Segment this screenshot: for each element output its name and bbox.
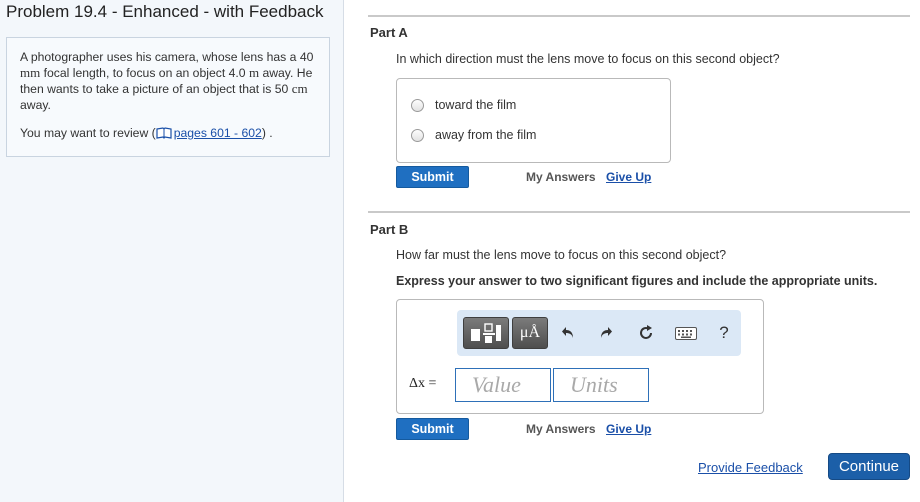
part-b-submit-button[interactable]: Submit (396, 418, 469, 440)
option-toward-film[interactable]: toward the film (411, 97, 516, 113)
continue-button[interactable]: Continue (828, 453, 910, 480)
part-a-my-answers[interactable]: My Answers (526, 170, 596, 184)
part-b-question: How far must the lens move to focus on t… (396, 248, 727, 262)
variable-label: Δx = (409, 376, 437, 391)
part-a-divider (368, 15, 910, 17)
units-icon[interactable]: μÅ (512, 317, 548, 349)
radio-button[interactable] (411, 98, 424, 112)
answer-box: μÅ ? Δx = (396, 299, 764, 414)
part-a-submit-button[interactable]: Submit (396, 166, 469, 188)
part-a-give-up-link[interactable]: Give Up (606, 170, 651, 184)
part-b-divider (368, 211, 910, 213)
review-pages-link[interactable]: pages 601 - 602 (156, 126, 262, 140)
part-b-heading: Part B (370, 222, 409, 237)
part-a-heading: Part A (370, 25, 408, 40)
problem-text: A photographer uses his camera, whose le… (20, 50, 314, 112)
part-a-question: In which direction must the lens move to… (396, 52, 780, 66)
units-input[interactable] (553, 368, 649, 402)
radio-button[interactable] (411, 128, 424, 142)
part-b-give-up-link[interactable]: Give Up (606, 422, 651, 436)
value-input[interactable] (455, 368, 551, 402)
help-icon[interactable]: ? (713, 322, 735, 344)
keyboard-icon[interactable] (673, 322, 699, 344)
redo-icon[interactable] (595, 322, 617, 344)
problem-title: Problem 19.4 - Enhanced - with Feedback (6, 2, 324, 21)
provide-feedback-link[interactable]: Provide Feedback (698, 460, 803, 475)
book-icon (156, 127, 172, 143)
equation-toolbar: μÅ ? (457, 310, 741, 356)
part-a-choices: toward the film away from the film (396, 78, 671, 163)
problem-panel: Problem 19.4 - Enhanced - with Feedback … (0, 0, 344, 502)
review-note: You may want to review (pages 601 - 602)… (20, 125, 316, 143)
templates-icon[interactable] (463, 317, 509, 349)
part-b-instruction: Express your answer to two significant f… (396, 274, 878, 288)
undo-icon[interactable] (557, 322, 579, 344)
option-away-from-film[interactable]: away from the film (411, 127, 536, 143)
part-b-my-answers[interactable]: My Answers (526, 422, 596, 436)
reset-icon[interactable] (635, 322, 657, 344)
problem-statement: A photographer uses his camera, whose le… (6, 37, 330, 157)
